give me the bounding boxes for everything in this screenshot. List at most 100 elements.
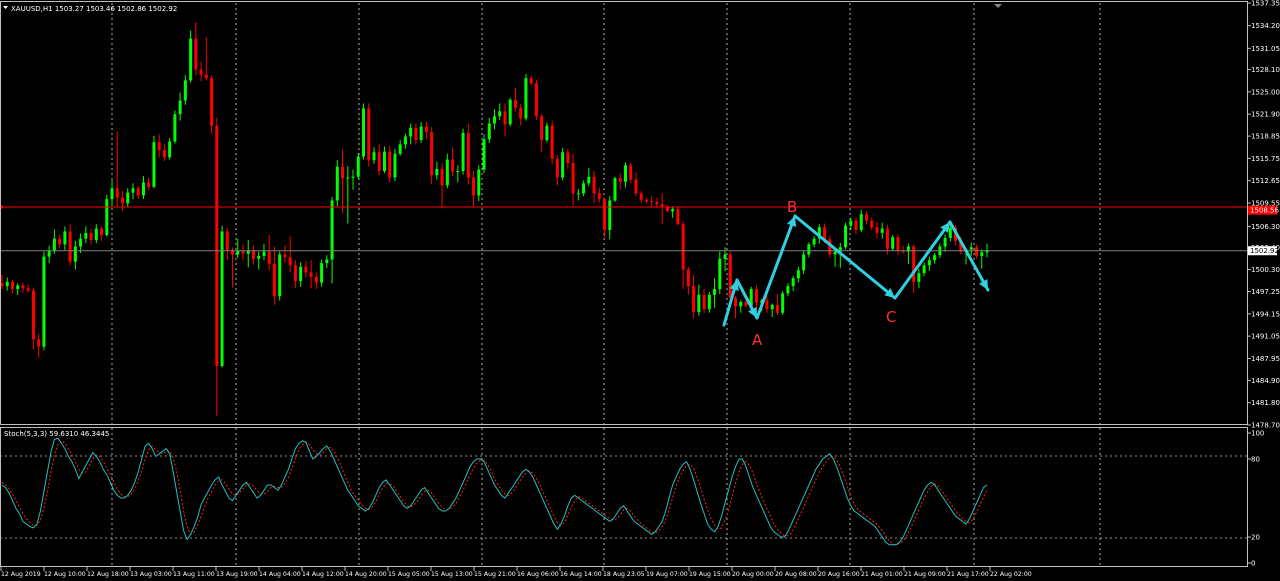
time-tick-label: 14 Aug 20:00 [345,571,387,578]
candle-body [241,250,245,254]
candle-body [220,231,224,366]
price-chart[interactable]: 1537.35 1534.20 1531.05 1528.10 1525.00 1521.… [0,0,1280,581]
time-tick-label: 19 Aug 15:00 [689,571,731,578]
time-tick-label: 13 Aug 19:00 [216,571,258,578]
candle-body [414,127,418,141]
candle-body [461,132,465,172]
candle-body [592,176,596,194]
candle-body [31,290,35,340]
candle-body [5,281,9,287]
time-tick-label: 16 Aug 06:00 [517,571,559,578]
candle-body [372,152,376,161]
candle-body [487,123,491,140]
candle-body [215,125,219,366]
candle-body [870,220,874,228]
price-tick-label: 1528.10 [1251,66,1280,74]
candle-body [225,231,229,251]
candle-body [644,199,648,202]
price-tick-label: 1518.85 [1251,133,1280,141]
candle-body [833,251,837,255]
time-tick-label: 15 Aug 21:00 [474,571,516,578]
candle-body [162,150,166,158]
candle-body [639,193,643,200]
candle-body [388,151,392,178]
candle-body [603,199,607,231]
candle-body [650,201,654,203]
candle-body [686,269,690,287]
candle-body [362,108,366,157]
candle-body [744,301,748,306]
price-tick-label: 1484.90 [1251,377,1280,385]
candle-body [283,254,287,258]
candle-body [262,251,266,256]
candle-body [864,214,868,221]
stoch-tick-label: 100 [1251,430,1264,438]
candle-body [660,204,664,207]
candle-body [513,99,517,108]
candle-body [880,228,884,233]
candle-body [309,272,313,277]
candle-body [173,114,177,142]
candle-body [927,260,931,266]
candle-body [26,288,30,291]
candle-body [393,153,397,178]
candle-body [655,201,659,205]
candle-body [304,266,308,273]
candle-body [168,141,172,158]
candle-body [147,182,151,187]
price-tick-label: 1494.15 [1251,310,1280,318]
candle-body [540,116,544,141]
candle-body [728,254,732,298]
candle-body [765,300,769,310]
candle-body [157,142,161,151]
candle-body [498,111,502,117]
candle-body [734,297,738,307]
time-tick-label: 12 Aug 10:00 [44,571,86,578]
candle-body [980,252,984,256]
candle-body [199,69,203,75]
price-tick-label: 1531.05 [1251,45,1280,53]
candle-body [84,232,88,239]
candle-body [367,108,371,161]
stochastic-label: Stoch(5,3,3) 59.6310 46.3445 [4,430,109,438]
candle-body [482,139,486,170]
wave-label-c: C [886,308,896,326]
candle-body [141,182,145,196]
candle-body [692,286,696,313]
candle-body [451,159,455,172]
candle-body [351,176,355,178]
time-tick-label: 14 Aug 12:00 [302,571,344,578]
candle-body [781,293,785,313]
candle-body [178,100,182,115]
candle-body [917,273,921,282]
candle-body [325,259,329,264]
candle-body [79,238,83,247]
candle-body [618,178,622,182]
candle-body [183,80,187,101]
candle-body [456,171,460,173]
candle-body [519,107,523,119]
candle-body [257,255,261,259]
candle-body [341,166,345,179]
candle-body [110,188,114,200]
candle-body [943,237,947,247]
candle-body [37,339,41,347]
candle-body [424,126,428,133]
candle-body [52,238,56,251]
candle-body [445,159,449,186]
candle-body [948,227,952,238]
candle-body [707,294,711,310]
candle-body [613,178,617,201]
price-tick-label: 1506.30 [1251,223,1280,231]
candle-body [314,276,318,283]
candle-body [723,254,727,259]
candle-body [676,209,680,225]
candle-body [812,238,816,245]
candle-body [419,126,423,141]
wave-label-b: B [787,198,797,216]
time-tick-label: 20 Aug 16:00 [818,571,860,578]
candle-body [933,255,937,261]
candle-body [299,266,303,282]
candle-body [503,111,507,125]
candle-body [477,169,481,196]
